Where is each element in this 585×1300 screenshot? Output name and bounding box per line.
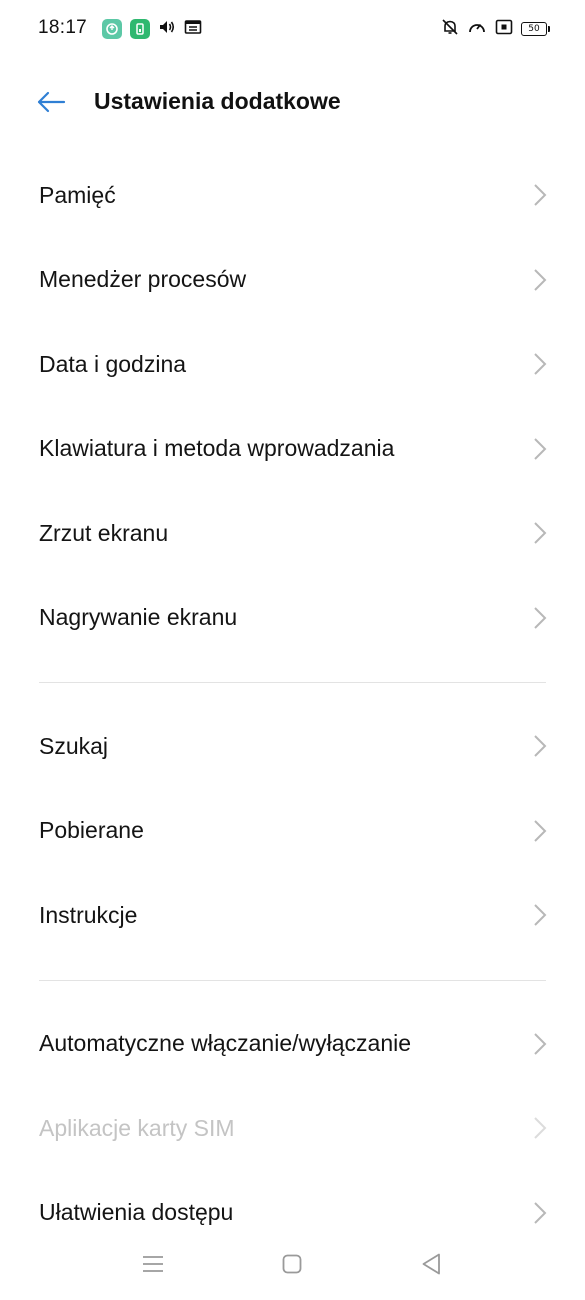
chevron-right-icon <box>534 1117 547 1139</box>
chevron-right-icon <box>534 820 547 842</box>
menu-item-label: Menedżer procesów <box>39 266 247 293</box>
status-right-icons: 50 <box>441 18 550 41</box>
back-nav-button[interactable] <box>415 1248 447 1280</box>
menu-item-label: Szukaj <box>39 732 109 759</box>
menu-item-label: Ułatwienia dostępu <box>39 1199 234 1226</box>
bell-off-icon <box>441 18 459 41</box>
battery-level: 50 <box>528 23 540 34</box>
menu-item-label: Zrzut ekranu <box>39 519 169 546</box>
back-button[interactable] <box>34 86 68 118</box>
menu-item-sim-apps: Aplikacje karty SIM <box>0 1086 585 1171</box>
nfc-icon <box>495 19 513 40</box>
menu-item-date-time[interactable]: Data i godzina <box>0 322 585 407</box>
header: Ustawienia dodatkowe <box>0 72 585 132</box>
menu-item-label: Instrukcje <box>39 901 138 928</box>
menu-item-instructions[interactable]: Instrukcje <box>0 873 585 958</box>
chevron-right-icon <box>534 438 547 460</box>
status-time: 18:17 <box>38 17 88 38</box>
menu-item-downloads[interactable]: Pobierane <box>0 789 585 874</box>
chevron-right-icon <box>534 353 547 375</box>
menu-item-label: Pobierane <box>39 817 144 844</box>
settings-list: Pamięć Menedżer procesów Data i godzina … <box>0 153 585 1255</box>
menu-item-label: Klawiatura i metoda wprowadzania <box>39 435 395 462</box>
menu-item-auto-power[interactable]: Automatyczne włączanie/wyłączanie <box>0 1002 585 1087</box>
volume-icon <box>158 19 176 40</box>
arrow-left-icon <box>37 91 66 113</box>
battery-icon: 50 <box>521 22 550 36</box>
menu-item-process-manager[interactable]: Menedżer procesów <box>0 238 585 323</box>
menu-item-label: Automatyczne włączanie/wyłączanie <box>39 1030 412 1057</box>
section-divider <box>0 660 585 704</box>
page-title: Ustawienia dodatkowe <box>94 88 341 114</box>
recent-apps-button[interactable] <box>137 1248 169 1280</box>
status-left-icons <box>102 18 202 40</box>
menu-item-label: Pamięć <box>39 181 116 208</box>
menu-item-screenshot[interactable]: Zrzut ekranu <box>0 491 585 576</box>
chevron-right-icon <box>534 735 547 757</box>
home-button[interactable] <box>276 1248 308 1280</box>
navigation-bar <box>0 1236 585 1292</box>
menu-item-search[interactable]: Szukaj <box>0 704 585 789</box>
chevron-right-icon <box>534 1033 547 1055</box>
status-bar: 18:17 50 <box>0 0 585 60</box>
chevron-right-icon <box>534 184 547 206</box>
chevron-right-icon <box>534 522 547 544</box>
chevron-right-icon <box>534 904 547 926</box>
back-triangle-icon <box>422 1253 440 1275</box>
menu-item-storage[interactable]: Pamięć <box>0 153 585 238</box>
menu-item-screen-recording[interactable]: Nagrywanie ekranu <box>0 576 585 661</box>
menu-item-keyboard-input[interactable]: Klawiatura i metoda wprowadzania <box>0 407 585 492</box>
speed-icon <box>467 18 487 41</box>
home-icon <box>282 1254 302 1274</box>
screen-icon <box>184 19 202 40</box>
menu-item-label: Nagrywanie ekranu <box>39 604 238 631</box>
menu-icon <box>143 1256 163 1272</box>
chevron-right-icon <box>534 269 547 291</box>
phone-badge-icon <box>130 19 150 39</box>
menu-item-label: Aplikacje karty SIM <box>39 1114 235 1141</box>
chevron-right-icon <box>534 1202 547 1224</box>
chevron-right-icon <box>534 607 547 629</box>
app-badge-icon <box>102 19 122 39</box>
section-divider <box>0 958 585 1002</box>
menu-item-label: Data i godzina <box>39 350 187 377</box>
